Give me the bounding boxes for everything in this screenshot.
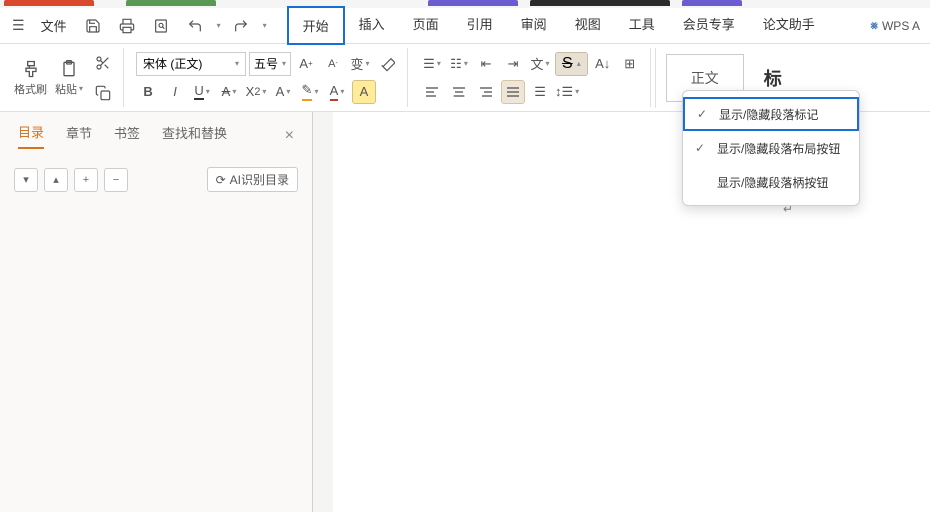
tab-review[interactable]: 审阅	[507, 6, 561, 45]
tab-reference[interactable]: 引用	[453, 6, 507, 45]
sidebar-tab-toc[interactable]: 目录	[18, 122, 44, 149]
tab-page[interactable]: 页面	[399, 6, 453, 45]
text-effects-icon[interactable]: A▾	[271, 80, 295, 104]
tab-member[interactable]: 会员专享	[669, 6, 749, 45]
redo-dropdown[interactable]: ▾	[263, 21, 267, 30]
distribute-icon[interactable]: ☰	[528, 80, 552, 104]
paste-label: 粘贴	[55, 81, 77, 97]
font-size-select[interactable]: 五号 ▾	[249, 52, 291, 76]
underline-icon[interactable]: U▾	[190, 80, 214, 104]
sidebar-tab-chapter[interactable]: 章节	[66, 123, 92, 148]
menu-item-1-label: 显示/隐藏段落标记	[719, 106, 818, 123]
format-brush-label: 格式刷	[14, 81, 47, 97]
menu-item-3-label: 显示/隐藏段落柄按钮	[717, 174, 828, 191]
bullet-list-icon[interactable]: ☰▾	[420, 52, 444, 76]
check-icon: ✓	[695, 141, 709, 155]
sidebar-close-icon[interactable]: ×	[285, 127, 294, 145]
remove-icon[interactable]: −	[104, 168, 128, 192]
expand-down-icon[interactable]: ▾	[14, 168, 38, 192]
format-brush-button[interactable]: 格式刷	[14, 59, 47, 97]
wps-ai-label: WPS A	[882, 19, 920, 33]
menu-show-hide-layout[interactable]: ✓ 显示/隐藏段落布局按钮	[683, 131, 859, 165]
tab-thesis[interactable]: 论文助手	[749, 6, 829, 45]
increase-indent-icon[interactable]: ⇥	[501, 52, 525, 76]
file-menu[interactable]: 文件	[35, 12, 73, 39]
copy-icon[interactable]	[91, 81, 115, 105]
sort-icon[interactable]: A↓	[591, 52, 615, 76]
highlight-color-icon[interactable]: ✎▾	[298, 80, 322, 104]
italic-icon[interactable]: I	[163, 80, 187, 104]
ai-icon: ⟳	[216, 173, 226, 187]
paragraph-marks-button[interactable]: S▴	[555, 52, 588, 76]
align-left-icon[interactable]	[420, 80, 444, 104]
strikethrough-icon[interactable]: A▾	[217, 80, 241, 104]
bold-icon[interactable]: B	[136, 80, 160, 104]
tab-view[interactable]: 视图	[561, 6, 615, 45]
style-normal-label: 正文	[691, 68, 719, 88]
menu-show-hide-handle[interactable]: 显示/隐藏段落柄按钮	[683, 165, 859, 199]
menu-item-2-label: 显示/隐藏段落布局按钮	[717, 140, 840, 157]
sidebar-tab-bookmark[interactable]: 书签	[114, 123, 140, 148]
undo-icon[interactable]	[181, 12, 209, 40]
increase-font-icon[interactable]: A+	[294, 52, 318, 76]
add-icon[interactable]: +	[74, 168, 98, 192]
character-shading-icon[interactable]: A	[352, 80, 376, 104]
style-heading[interactable]: 标	[764, 65, 782, 91]
font-size-value: 五号	[254, 55, 278, 72]
clear-format-icon[interactable]	[375, 52, 399, 76]
navigation-sidebar: 目录 章节 书签 查找和替换 × ▾ ▴ + − ⟳ AI识别目录	[0, 112, 313, 512]
ai-toc-label: AI识别目录	[230, 171, 289, 188]
tab-tools[interactable]: 工具	[615, 6, 669, 45]
align-justify-icon[interactable]	[501, 80, 525, 104]
print-preview-icon[interactable]	[147, 12, 175, 40]
check-icon: ✓	[697, 107, 711, 121]
tab-insert[interactable]: 插入	[345, 6, 399, 45]
font-color-icon[interactable]: A▾	[325, 80, 349, 104]
ribbon-tabs: 开始 插入 页面 引用 审阅 视图 工具 会员专享 论文助手	[287, 6, 829, 45]
ai-toc-button[interactable]: ⟳ AI识别目录	[207, 167, 298, 192]
align-right-icon[interactable]	[474, 80, 498, 104]
numbered-list-icon[interactable]: ☷▾	[447, 52, 471, 76]
tab-start[interactable]: 开始	[287, 6, 345, 45]
font-name-select[interactable]: 宋体 (正文) ▾	[136, 52, 246, 76]
save-icon[interactable]	[79, 12, 107, 40]
decrease-font-icon[interactable]: A-	[321, 52, 345, 76]
wps-ai-button[interactable]: ⨳ WPS A	[871, 18, 920, 33]
paste-button[interactable]: 粘贴▾	[55, 59, 83, 97]
paragraph-marks-dropdown: ✓ 显示/隐藏段落标记 ✓ 显示/隐藏段落布局按钮 显示/隐藏段落柄按钮	[682, 90, 860, 206]
phonetic-icon[interactable]: 变▾	[348, 52, 372, 76]
font-name-value: 宋体 (正文)	[143, 55, 202, 72]
print-icon[interactable]	[113, 12, 141, 40]
menu-bar: ☰ 文件 ▾ ▾ 开始 插入 页面 引用 审阅 视图 工具 会员专享 论文助手 …	[0, 8, 930, 44]
collapse-up-icon[interactable]: ▴	[44, 168, 68, 192]
wps-ai-icon: ⨳	[871, 18, 878, 33]
border-icon[interactable]: ⊞	[618, 52, 642, 76]
undo-dropdown[interactable]: ▾	[217, 21, 221, 30]
sidebar-tab-findreplace[interactable]: 查找和替换	[162, 123, 227, 148]
text-direction-icon[interactable]: 文▾	[528, 52, 552, 76]
menu-icon[interactable]: ☰	[8, 13, 29, 38]
menu-show-hide-marks[interactable]: ✓ 显示/隐藏段落标记	[683, 97, 859, 131]
cut-icon[interactable]	[91, 51, 115, 75]
decrease-indent-icon[interactable]: ⇤	[474, 52, 498, 76]
align-center-icon[interactable]	[447, 80, 471, 104]
superscript-icon[interactable]: X2▾	[244, 80, 268, 104]
redo-icon[interactable]	[227, 12, 255, 40]
line-spacing-icon[interactable]: ↕☰▾	[555, 80, 579, 104]
